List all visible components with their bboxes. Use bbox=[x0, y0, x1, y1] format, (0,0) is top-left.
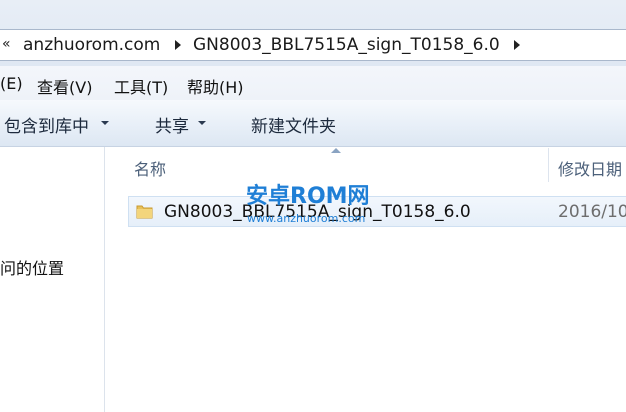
chevron-down-icon[interactable] bbox=[101, 121, 109, 125]
share-button[interactable]: 共享 bbox=[155, 112, 189, 137]
column-header-modified[interactable]: 修改日期 bbox=[558, 156, 622, 180]
nav-item-recent-places[interactable]: 问的位置 bbox=[0, 255, 64, 279]
new-folder-button[interactable]: 新建文件夹 bbox=[251, 112, 336, 137]
folder-icon bbox=[136, 205, 153, 219]
menu-view[interactable]: 查看(V) bbox=[37, 74, 92, 98]
menu-bar bbox=[0, 66, 626, 101]
column-divider[interactable] bbox=[548, 148, 549, 182]
menu-edit[interactable]: (E) bbox=[0, 74, 23, 93]
watermark-logo-text: 安卓ROM网 bbox=[246, 184, 370, 209]
chevron-down-icon[interactable] bbox=[198, 121, 206, 125]
menu-help[interactable]: 帮助(H) bbox=[187, 74, 244, 98]
sort-ascending-icon bbox=[331, 148, 341, 153]
breadcrumb-chevron-icon[interactable] bbox=[175, 40, 181, 50]
menu-tools[interactable]: 工具(T) bbox=[114, 74, 168, 98]
breadcrumb-item-site[interactable]: anzhuorom.com bbox=[23, 35, 160, 55]
include-in-library-button[interactable]: 包含到库中 bbox=[4, 112, 89, 137]
watermark-url-text: www.anzhuorom.com bbox=[247, 212, 366, 225]
navigation-pane bbox=[0, 147, 105, 412]
breadcrumb-overflow-button[interactable]: « bbox=[2, 36, 11, 52]
explorer-window: « anzhuorom.com GN8003_BBL7515A_sign_T01… bbox=[0, 0, 626, 412]
breadcrumb-item-folder[interactable]: GN8003_BBL7515A_sign_T0158_6.0 bbox=[193, 35, 500, 55]
file-modified-text: 2016/10 bbox=[558, 202, 626, 222]
column-header-name[interactable]: 名称 bbox=[134, 156, 166, 180]
breadcrumb-chevron-icon[interactable] bbox=[514, 40, 520, 50]
